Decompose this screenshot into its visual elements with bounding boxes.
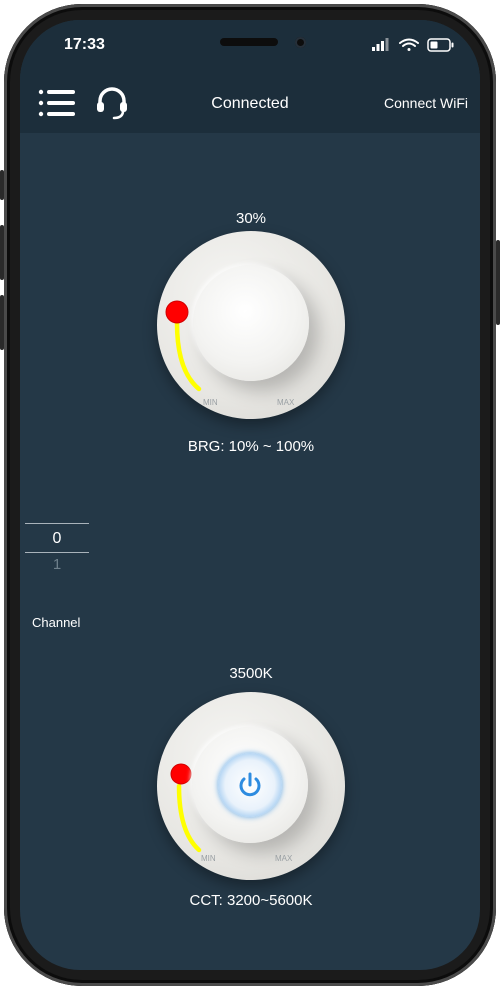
- phone-power-button: [496, 240, 500, 325]
- brightness-knob[interactable]: MIN MAX: [157, 231, 345, 419]
- speaker-notch: [220, 38, 278, 46]
- app-toolbar: Connected Connect WiFi: [20, 75, 480, 133]
- battery-icon: [427, 38, 454, 52]
- channel-next-value[interactable]: 1: [25, 556, 89, 573]
- front-camera: [295, 37, 306, 48]
- brightness-range: BRG: 10% ~ 100%: [187, 438, 315, 455]
- signal-icon: [372, 38, 389, 51]
- cct-knob[interactable]: MIN MAX: [157, 692, 345, 880]
- power-icon: [239, 772, 261, 797]
- status-icons: [372, 38, 454, 52]
- support-button[interactable]: [94, 85, 130, 121]
- headset-icon: [97, 87, 127, 120]
- cct-min-label: MIN: [201, 854, 216, 863]
- cct-value: 3500K: [229, 665, 273, 682]
- menu-button[interactable]: [38, 87, 76, 119]
- status-bar: 17:33: [20, 20, 480, 75]
- brightness-value: 30%: [235, 210, 267, 227]
- brightness-knob-cap[interactable]: [193, 265, 309, 381]
- picker-top-divider: [25, 523, 89, 524]
- channel-label: Channel: [32, 615, 81, 630]
- wifi-icon: [399, 38, 419, 51]
- picker-bottom-divider: [25, 552, 89, 553]
- phone-side-button: [0, 170, 4, 200]
- menu-list-icon: [38, 89, 75, 117]
- phone-volume-down-button: [0, 295, 4, 350]
- connection-status: Connected: [211, 95, 289, 112]
- connect-wifi-button[interactable]: Connect WiFi: [384, 95, 468, 111]
- cct-indicator-dot: [170, 763, 192, 785]
- power-button-ring: [218, 753, 282, 817]
- status-time: 17:33: [64, 36, 105, 53]
- channel-selected-value[interactable]: 0: [25, 530, 89, 548]
- app-screen: 17:33 Connected Connect WiFi 30% MIN MAX…: [20, 20, 480, 970]
- power-button[interactable]: [192, 727, 308, 843]
- brightness-max-label: MAX: [277, 398, 295, 407]
- brightness-indicator-dot: [165, 300, 189, 324]
- phone-volume-up-button: [0, 225, 4, 280]
- cct-max-label: MAX: [275, 854, 293, 863]
- brightness-min-label: MIN: [203, 398, 218, 407]
- cct-range: CCT: 3200~5600K: [189, 892, 313, 909]
